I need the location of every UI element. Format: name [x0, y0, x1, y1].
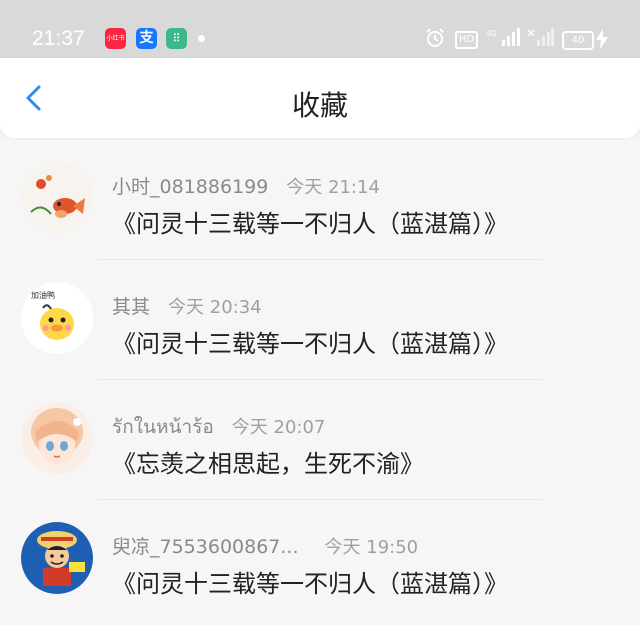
network-label: 4G	[486, 29, 497, 38]
anime-girl-avatar-icon	[21, 402, 93, 474]
timestamp: 今天 19:50	[324, 537, 419, 558]
avatar: 加油鸭	[21, 282, 93, 354]
timestamp: 今天 20:34	[168, 297, 262, 318]
header: 收藏	[0, 58, 640, 138]
username-text: 小时_081886199	[112, 176, 269, 198]
timestamp: 今天 21:14	[286, 177, 380, 198]
notification-dot-icon	[198, 35, 205, 42]
page-title: 收藏	[291, 89, 348, 122]
timestamp: 今天 20:07	[231, 417, 326, 438]
item-title: 《忘羡之相思起，生死不渝》	[112, 450, 424, 478]
username: 其其 今天 20:34	[112, 292, 262, 319]
signal-weak-icon	[528, 28, 554, 46]
list-item[interactable]: รักในหน้าร้อ 今天 20:07 《忘羡之相思起，生死不渝》	[0, 380, 640, 500]
hd-badge: HD	[455, 31, 479, 49]
goldfish-avatar-icon	[21, 162, 93, 234]
list-item[interactable]: 小时_081886199 今天 21:14 《问灵十三载等一不归人（蓝湛篇）》	[0, 140, 640, 260]
username-text: 臾凉_7553600867...	[112, 536, 299, 558]
username: รักในหน้าร้อ 今天 20:07	[112, 412, 325, 442]
avatar	[21, 162, 93, 234]
username-text: รักในหน้าร้อ	[112, 416, 214, 438]
item-title: 《问灵十三载等一不归人（蓝湛篇）》	[112, 570, 508, 598]
status-time: 21:37	[32, 27, 85, 50]
alarm-icon	[426, 28, 444, 47]
username: 小时_081886199 今天 21:14	[112, 172, 380, 199]
green-app-icon: ⠿	[166, 28, 187, 49]
one-piece-avatar-icon	[21, 522, 93, 594]
avatar	[21, 402, 93, 474]
alipay-icon: 支	[136, 28, 157, 49]
yellow-duck-avatar-icon: 加油鸭	[21, 282, 93, 354]
charging-bolt-icon	[596, 29, 608, 49]
list-item[interactable]: 臾凉_7553600867... 今天 19:50 《问灵十三载等一不归人（蓝湛篇…	[0, 500, 640, 620]
item-title: 《问灵十三载等一不归人（蓝湛篇）》	[112, 210, 508, 238]
item-title: 《问灵十三载等一不归人（蓝湛篇）》	[112, 330, 508, 358]
svg-text:加油鸭: 加油鸭	[31, 290, 55, 300]
xiaohongshu-icon: 小红书	[105, 28, 126, 49]
username-text: 其其	[112, 296, 151, 318]
username: 臾凉_7553600867... 今天 19:50	[112, 532, 418, 559]
signal-4g-icon: 4G	[486, 28, 520, 46]
battery-icon: 40	[562, 31, 594, 50]
status-bar: 21:37 小红书 支 ⠿ HD 4G 40	[0, 0, 640, 58]
list-item[interactable]: 加油鸭 其其 今天 20:34 《问灵十三载等一不归人（蓝湛篇）》	[0, 260, 640, 380]
avatar	[21, 522, 93, 594]
